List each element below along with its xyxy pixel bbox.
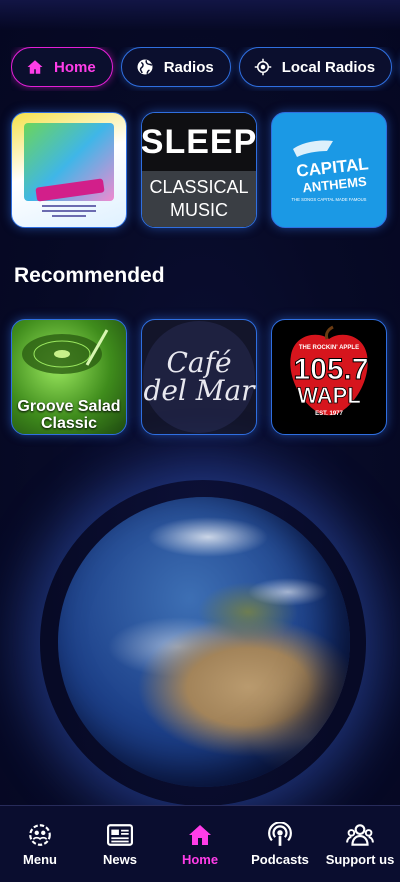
nav-home[interactable]: Home bbox=[160, 806, 240, 882]
nav-menu[interactable]: Menu bbox=[0, 806, 80, 882]
station-capital-anthems-tile[interactable]: CAPITAL ANTHEMS THE SONGS CAPITAL MADE F… bbox=[271, 112, 387, 228]
nav-podcasts-label: Podcasts bbox=[251, 852, 309, 867]
news-icon bbox=[106, 822, 134, 848]
podcast-icon bbox=[266, 822, 294, 848]
location-target-icon bbox=[254, 58, 272, 76]
nav-home-label: Home bbox=[181, 852, 219, 867]
nav-support-us[interactable]: Support us bbox=[320, 806, 400, 882]
wapl-logo: THE ROCKIN' APPLE 105.7 WAPL EST. 1977 bbox=[290, 325, 369, 417]
nav-news-label: News bbox=[103, 852, 137, 867]
capital-anthems-logo: CAPITAL ANTHEMS THE SONGS CAPITAL MADE F… bbox=[292, 140, 369, 202]
station-wapl-tile[interactable]: THE ROCKIN' APPLE 105.7 WAPL EST. 1977 bbox=[271, 319, 387, 435]
sleep-title: SLEEP bbox=[142, 113, 256, 171]
wapl-established: EST. 1977 bbox=[315, 411, 343, 417]
recommended-stations-row: Groove Salad Classic Café del Mar THE RO… bbox=[11, 319, 387, 435]
globe-icon bbox=[136, 58, 154, 76]
station-sleep-classical-tile[interactable]: SLEEP CLASSICAL MUSIC bbox=[141, 112, 257, 228]
bottom-navigation: Menu News Home Podcasts Support us bbox=[0, 805, 400, 882]
chip-radios-label: Radios bbox=[163, 58, 214, 76]
svg-text:THE SONGS CAPITAL MADE FAMOUS: THE SONGS CAPITAL MADE FAMOUS bbox=[292, 197, 367, 202]
sleep-line-classical: CLASSICAL bbox=[149, 177, 249, 197]
wapl-callsign: WAPL bbox=[297, 383, 361, 408]
groove-salad-label: Groove Salad Classic bbox=[17, 398, 121, 432]
chip-home-label: Home bbox=[54, 58, 96, 76]
sleep-line-music: MUSIC bbox=[170, 200, 228, 220]
chip-local-radios-label: Local Radios bbox=[281, 58, 376, 76]
wapl-frequency: 105.7 bbox=[293, 353, 368, 386]
home-icon bbox=[186, 822, 214, 848]
support-group-icon bbox=[346, 822, 374, 848]
turntable-art bbox=[22, 329, 109, 374]
chip-local-radios[interactable]: Local Radios bbox=[238, 47, 393, 87]
status-bar-area bbox=[0, 0, 400, 30]
chip-radios[interactable]: Radios bbox=[120, 47, 231, 87]
cafe-del-mar-logo: Café del Mar bbox=[143, 346, 255, 407]
earth-globe[interactable] bbox=[58, 497, 350, 787]
recommended-heading: Recommended bbox=[14, 264, 165, 287]
nav-podcasts[interactable]: Podcasts bbox=[240, 806, 320, 882]
chip-home[interactable]: Home bbox=[11, 47, 113, 87]
station-cafe-del-mar-tile[interactable]: Café del Mar bbox=[141, 319, 257, 435]
featured-stations-row: SLEEP CLASSICAL MUSIC CAPITAL ANTHEMS TH… bbox=[11, 112, 387, 228]
nav-support-us-label: Support us bbox=[325, 852, 395, 867]
category-chips: Home Radios Local Radios bbox=[11, 47, 400, 91]
nav-news[interactable]: News bbox=[80, 806, 160, 882]
nav-menu-label: Menu bbox=[23, 852, 57, 867]
people-cog-icon bbox=[26, 822, 54, 848]
wapl-tagline: THE ROCKIN' APPLE bbox=[299, 345, 359, 351]
home-icon bbox=[26, 58, 44, 76]
station-groove-salad-tile[interactable]: Groove Salad Classic bbox=[11, 319, 127, 435]
station-frasca-tile[interactable] bbox=[11, 112, 127, 228]
